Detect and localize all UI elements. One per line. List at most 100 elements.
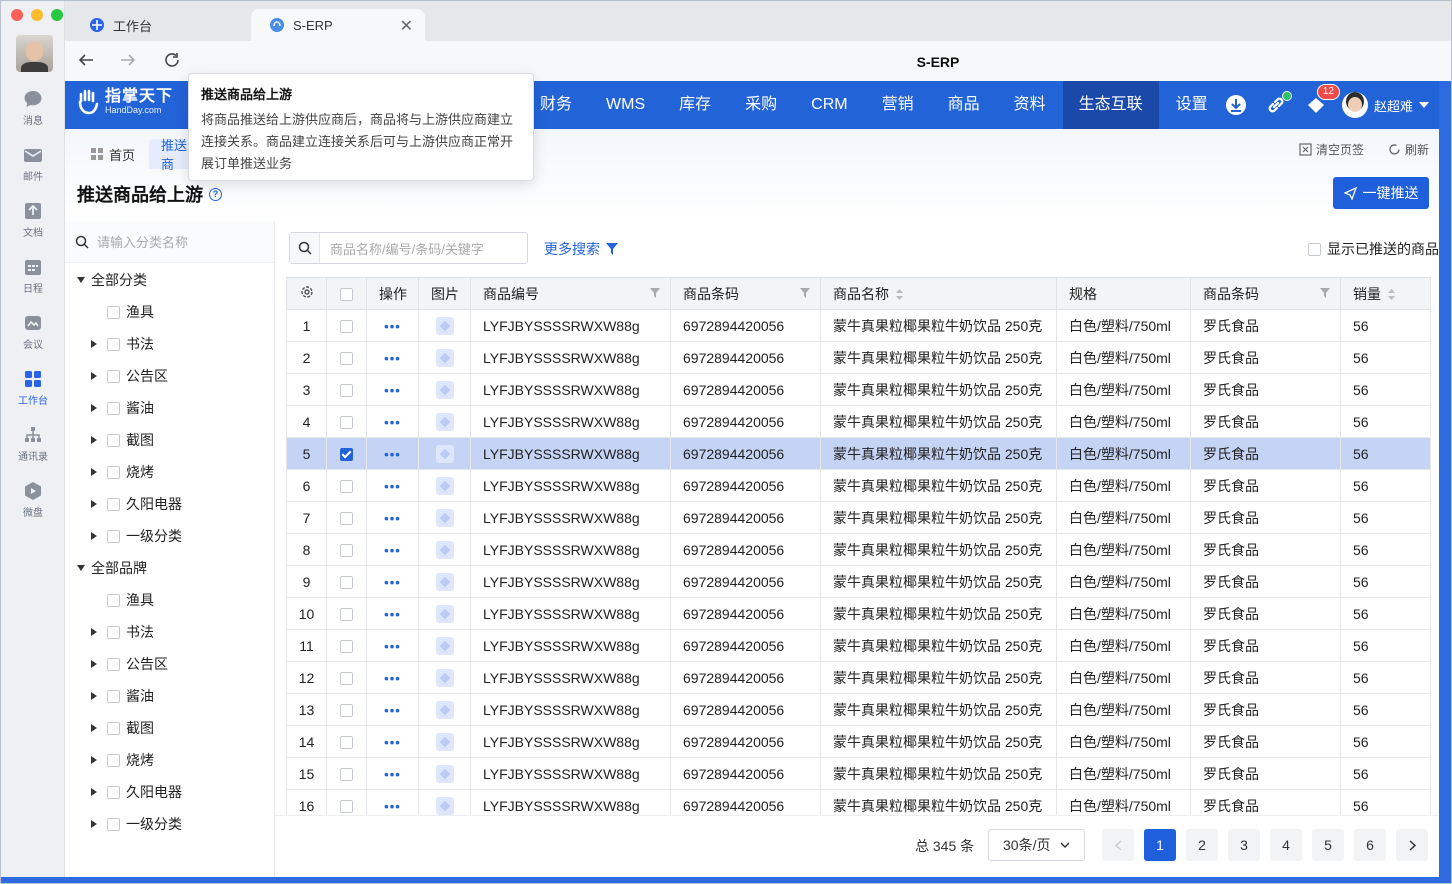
row-actions-cell[interactable]: ••• — [366, 341, 419, 374]
menu-item-inventory[interactable]: 库存 — [662, 81, 728, 129]
brand-logo[interactable]: 指掌天下 HandDay.com — [77, 89, 173, 115]
close-window-button[interactable] — [11, 9, 23, 21]
tree-item[interactable]: 酱油 — [91, 392, 154, 424]
more-actions-icon[interactable]: ••• — [384, 447, 401, 462]
row-checkbox[interactable] — [340, 320, 353, 334]
row-select-cell[interactable] — [326, 597, 367, 630]
page-tab-home[interactable]: 首页 — [79, 139, 147, 169]
row-checkbox[interactable] — [340, 512, 353, 526]
row-actions-cell[interactable]: ••• — [366, 693, 419, 726]
page-button-4[interactable]: 4 — [1270, 829, 1302, 861]
page-button-1[interactable]: 1 — [1144, 829, 1176, 861]
menu-item-ecosystem[interactable]: 生态互联 — [1062, 81, 1159, 129]
tree-checkbox[interactable] — [107, 753, 120, 767]
menu-item-marketing[interactable]: 营销 — [865, 81, 931, 129]
select-all-checkbox[interactable] — [340, 288, 353, 302]
more-actions-icon[interactable]: ••• — [384, 767, 401, 782]
column-filter-icon[interactable] — [1320, 288, 1330, 298]
row-actions-cell[interactable]: ••• — [366, 405, 419, 438]
appbar-item-contacts[interactable]: 通讯录 — [1, 425, 65, 477]
row-select-cell[interactable] — [326, 533, 367, 566]
tree-item[interactable]: 截图 — [91, 712, 154, 744]
product-name-link[interactable]: 蒙牛真果粒椰果粒牛奶饮品 250克 — [820, 725, 1057, 758]
show-pushed-checkbox[interactable] — [1308, 242, 1321, 256]
row-checkbox[interactable] — [340, 736, 353, 750]
browser-tab-workbench[interactable]: 工作台 — [71, 9, 247, 41]
tree-checkbox[interactable] — [107, 465, 120, 479]
row-actions-cell[interactable]: ••• — [366, 565, 419, 598]
row-select-cell[interactable] — [326, 309, 367, 342]
caret-down-icon[interactable] — [77, 277, 85, 283]
more-actions-icon[interactable]: ••• — [384, 607, 401, 622]
menu-item-data[interactable]: 资料 — [997, 81, 1063, 129]
caret-right-icon[interactable] — [91, 372, 97, 380]
tree-item[interactable]: 渔具 — [107, 584, 154, 616]
product-name-link[interactable]: 蒙牛真果粒椰果粒牛奶饮品 250克 — [820, 693, 1057, 726]
row-checkbox[interactable] — [340, 704, 353, 718]
tree-checkbox[interactable] — [107, 529, 120, 543]
product-name-link[interactable]: 蒙牛真果粒椰果粒牛奶饮品 250克 — [820, 501, 1057, 534]
row-checkbox[interactable] — [340, 352, 353, 366]
row-select-cell[interactable] — [326, 661, 367, 694]
row-checkbox[interactable] — [340, 480, 353, 494]
column-header-barcode[interactable]: 商品条码 — [670, 277, 821, 310]
tree-checkbox[interactable] — [107, 721, 120, 735]
product-name-link[interactable]: 蒙牛真果粒椰果粒牛奶饮品 250克 — [820, 565, 1057, 598]
table-row[interactable]: 5 ••• LYFJBYSSSSRWXW88g 6972894420056 蒙牛真果粒椰… — [286, 437, 1431, 470]
page-button-3[interactable]: 3 — [1228, 829, 1260, 861]
row-checkbox[interactable] — [340, 768, 353, 782]
row-actions-cell[interactable]: ••• — [366, 437, 419, 470]
close-tab-icon[interactable]: ✕ — [400, 16, 413, 36]
row-actions-cell[interactable]: ••• — [366, 533, 419, 566]
row-actions-cell[interactable]: ••• — [366, 309, 419, 342]
more-actions-icon[interactable]: ••• — [384, 543, 401, 558]
table-row[interactable]: 13 ••• LYFJBYSSSSRWXW88g 6972894420056 蒙牛真果粒… — [286, 693, 1431, 726]
refresh-button[interactable]: 刷新 — [1388, 141, 1429, 158]
row-actions-cell[interactable]: ••• — [366, 757, 419, 790]
caret-right-icon[interactable] — [91, 468, 97, 476]
row-select-cell[interactable] — [326, 693, 367, 726]
caret-right-icon[interactable] — [91, 660, 97, 668]
row-checkbox[interactable] — [340, 672, 353, 686]
row-select-cell[interactable] — [326, 629, 367, 662]
page-size-select[interactable]: 30条/页 — [988, 829, 1085, 861]
more-actions-icon[interactable]: ••• — [384, 799, 401, 814]
tree-checkbox[interactable] — [107, 689, 120, 703]
more-actions-icon[interactable]: ••• — [384, 639, 401, 654]
tree-checkbox[interactable] — [107, 817, 120, 831]
appbar-item-drive[interactable]: 微盘 — [1, 481, 65, 533]
product-name-link[interactable]: 蒙牛真果粒椰果粒牛奶饮品 250克 — [820, 533, 1057, 566]
row-actions-cell[interactable]: ••• — [366, 629, 419, 662]
page-button-2[interactable]: 2 — [1186, 829, 1218, 861]
table-row[interactable]: 12 ••• LYFJBYSSSSRWXW88g 6972894420056 蒙牛真果粒… — [286, 661, 1431, 694]
table-row[interactable]: 7 ••• LYFJBYSSSSRWXW88g 6972894420056 蒙牛真果粒椰… — [286, 501, 1431, 534]
row-actions-cell[interactable]: ••• — [366, 373, 419, 406]
table-row[interactable]: 11 ••• LYFJBYSSSSRWXW88g 6972894420056 蒙牛真果粒… — [286, 629, 1431, 662]
tree-checkbox[interactable] — [107, 433, 120, 447]
tree-group-categories[interactable]: 全部分类 — [77, 264, 147, 296]
caret-right-icon[interactable] — [91, 820, 97, 828]
tree-item[interactable]: 酱油 — [91, 680, 154, 712]
row-select-cell[interactable] — [326, 437, 367, 470]
sort-icon[interactable] — [895, 289, 903, 301]
row-actions-cell[interactable]: ••• — [366, 469, 419, 502]
show-pushed-toggle[interactable]: 显示已推送的商品 — [1308, 239, 1439, 259]
tree-item[interactable]: 公告区 — [91, 648, 168, 680]
column-settings-header[interactable] — [286, 277, 327, 310]
tree-search-input[interactable]: 请输入分类名称 — [65, 221, 274, 263]
row-select-cell[interactable] — [326, 341, 367, 374]
product-name-link[interactable]: 蒙牛真果粒椰果粒牛奶饮品 250克 — [820, 629, 1057, 662]
link-icon[interactable] — [1262, 91, 1292, 119]
column-header-name[interactable]: 商品名称 — [820, 277, 1057, 310]
tree-item[interactable]: 书法 — [91, 616, 154, 648]
caret-right-icon[interactable] — [91, 532, 97, 540]
product-name-link[interactable]: 蒙牛真果粒椰果粒牛奶饮品 250克 — [820, 373, 1057, 406]
column-header-brand[interactable]: 商品条码 — [1190, 277, 1341, 310]
appbar-item-mail[interactable]: 邮件 — [1, 145, 65, 197]
tree-item[interactable]: 一级分类 — [91, 520, 182, 552]
user-avatar[interactable] — [16, 35, 53, 72]
table-row[interactable]: 6 ••• LYFJBYSSSSRWXW88g 6972894420056 蒙牛真果粒椰… — [286, 469, 1431, 502]
tree-checkbox[interactable] — [107, 401, 120, 415]
table-row[interactable]: 14 ••• LYFJBYSSSSRWXW88g 6972894420056 蒙牛真果粒… — [286, 725, 1431, 758]
more-actions-icon[interactable]: ••• — [384, 671, 401, 686]
